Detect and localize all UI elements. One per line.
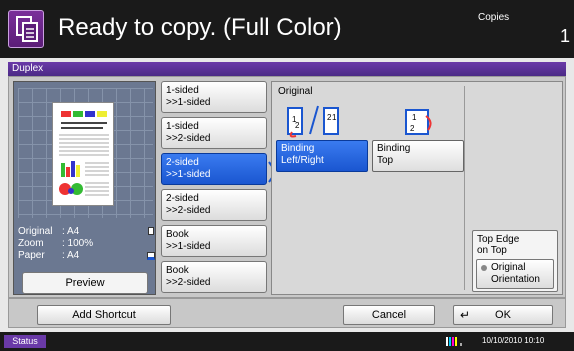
paper-value: : A4 (62, 250, 80, 261)
status-bar: Status 10/10/2010 10:10 (0, 332, 574, 351)
duplex-option-line1: 2-sided (166, 157, 199, 168)
duplex-option-line1: Book (166, 265, 189, 276)
binding-top-line2: Top (377, 155, 394, 166)
ok-label: OK (495, 309, 511, 321)
duplex-option-button[interactable]: 1-sided >>2-sided (161, 117, 267, 149)
date-time: 10/10/2010 10:10 (482, 336, 545, 345)
binding-lr-line2: Left/Right (281, 155, 324, 166)
orientation-indicator-icon (481, 265, 487, 271)
panel-divider (464, 86, 465, 290)
top-edge-line2: on Top (477, 245, 507, 256)
cancel-button[interactable]: Cancel (343, 305, 435, 325)
binding-top-icon: 1 2 (400, 104, 436, 140)
bottom-action-bar: Add Shortcut Cancel ↵ OK (8, 298, 566, 328)
copies-count[interactable]: 1 (560, 26, 570, 47)
svg-text:2: 2 (410, 124, 415, 133)
page-icon (148, 227, 154, 235)
duplex-option-button[interactable]: 2-sided >>2-sided (161, 189, 267, 221)
top-edge-label: Top Edge on Top (473, 231, 557, 259)
duplex-option-line1: 1-sided (166, 121, 199, 132)
enter-icon: ↵ (460, 308, 471, 322)
duplex-option-line1: 1-sided (166, 85, 199, 96)
duplex-option-line1: Book (166, 229, 189, 240)
binding-left-right-icon: 1 2 2 1 (286, 102, 339, 138)
orientation-line2: Orientation (491, 274, 540, 285)
paper-tray-icon (147, 252, 155, 260)
binding-top-line1: Binding (377, 143, 411, 154)
duplex-option-button[interactable]: 2-sided >>1-sided (161, 153, 267, 185)
svg-text:2: 2 (295, 121, 300, 130)
binding-lr-line1: Binding (281, 143, 315, 154)
original-settings-panel: Original 1 2 2 1 1 2 Binding Left/Right … (271, 81, 563, 295)
orientation-line1: Original (491, 262, 526, 273)
svg-text:1: 1 (332, 113, 337, 122)
duplex-option-line1: 2-sided (166, 193, 199, 204)
duplex-option-line2: >>2-sided (166, 133, 211, 144)
zoom-value: : 100% (62, 238, 94, 249)
paper-size-info: Paper : A4 (18, 250, 79, 261)
original-key: Original (18, 226, 53, 237)
copy-mode-icon (8, 10, 44, 48)
zoom-key: Zoom (18, 238, 44, 249)
duplex-option-line2: >>1-sided (166, 241, 211, 252)
duplex-option-button[interactable]: 1-sided >>1-sided (161, 81, 267, 113)
add-shortcut-button[interactable]: Add Shortcut (37, 305, 171, 325)
original-label: Original (278, 86, 313, 97)
copies-label: Copies (478, 12, 510, 23)
top-edge-group: Top Edge on Top Original Orientation (472, 230, 558, 292)
status-button[interactable]: Status (4, 335, 46, 348)
paper-key: Paper (18, 250, 45, 261)
function-title: Duplex (8, 62, 566, 76)
duplex-option-line2: >>2-sided (166, 277, 211, 288)
duplex-option-line2: >>2-sided (166, 205, 211, 216)
original-value: : A4 (62, 226, 80, 237)
svg-text:1: 1 (412, 113, 417, 122)
header-bar: Ready to copy. (Full Color) Copies 1 (0, 0, 574, 58)
binding-left-right-button[interactable]: Binding Left/Right (276, 140, 368, 172)
duplex-option-button[interactable]: Book >>2-sided (161, 261, 267, 293)
ok-button[interactable]: ↵ OK (453, 305, 553, 325)
preview-pane: Original : A4 Zoom : 100% Paper : A4 Previe… (13, 81, 156, 295)
duplex-option-button[interactable]: Book >>1-sided (161, 225, 267, 257)
binding-top-button[interactable]: Binding Top (372, 140, 464, 172)
preview-button[interactable]: Preview (22, 272, 148, 294)
duplex-panel: Original : A4 Zoom : 100% Paper : A4 Previe… (8, 76, 566, 298)
top-edge-line1: Top Edge (477, 234, 520, 245)
original-orientation-button[interactable]: Original Orientation (476, 259, 554, 289)
duplex-option-line2: >>1-sided (166, 97, 211, 108)
preview-page-thumbnail (52, 102, 114, 206)
duplex-option-line2: >>1-sided (166, 169, 211, 180)
status-title: Ready to copy. (Full Color) (58, 14, 342, 41)
original-size-info: Original : A4 (18, 226, 79, 237)
zoom-info: Zoom : 100% (18, 238, 93, 249)
